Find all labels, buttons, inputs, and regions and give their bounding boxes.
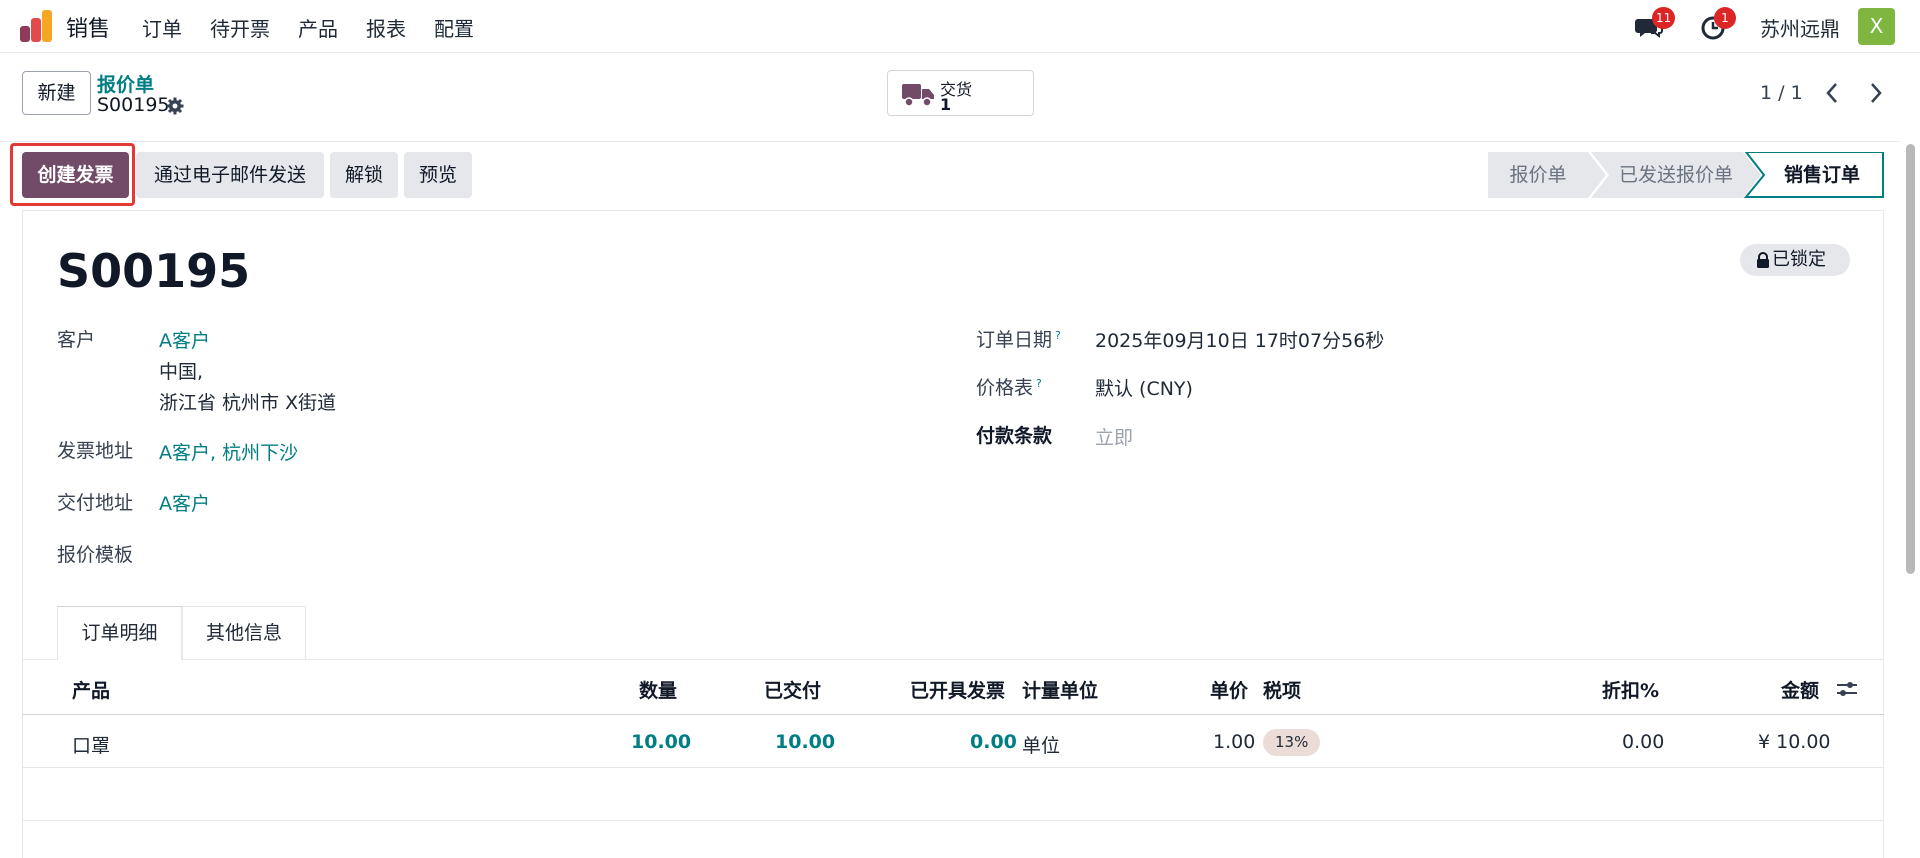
- customer-country: 中国,: [159, 361, 204, 383]
- order-date-label-text: 订单日期: [976, 329, 1053, 351]
- app-name[interactable]: 销售: [66, 11, 110, 43]
- col-header-uom[interactable]: 计量单位: [1022, 676, 1098, 703]
- pricelist-help[interactable]: ?: [1036, 377, 1042, 390]
- row-invoiced[interactable]: 0.00: [970, 731, 1017, 753]
- row-discount[interactable]: 0.00: [1622, 731, 1664, 753]
- row-price[interactable]: 1.00: [1213, 731, 1255, 753]
- pager-value[interactable]: 1 / 1: [1760, 82, 1803, 104]
- tab-order-lines[interactable]: 订单明细: [57, 606, 182, 660]
- messages-count-badge: 11: [1652, 7, 1676, 29]
- menu-item-products[interactable]: 产品: [298, 13, 338, 42]
- delivery-address-link[interactable]: A客户: [159, 489, 210, 516]
- delivery-address-label: 交付地址: [57, 492, 134, 514]
- row-delivered[interactable]: 10.00: [775, 731, 835, 753]
- stage-sales-order[interactable]: 销售订单: [1762, 152, 1882, 198]
- sales-app-logo[interactable]: [20, 10, 54, 42]
- create-invoice-button[interactable]: 创建发票: [22, 152, 129, 198]
- chevron-left-icon[interactable]: [1821, 80, 1843, 106]
- row-divider-empty: [22, 820, 1884, 821]
- menu-item-configuration[interactable]: 配置: [434, 13, 474, 42]
- company-switcher[interactable]: 苏州远鼎: [1760, 13, 1840, 42]
- col-header-discount[interactable]: 折扣%: [1602, 676, 1659, 703]
- new-button[interactable]: 新建: [22, 71, 91, 115]
- send-email-button[interactable]: 通过电子邮件发送: [136, 152, 324, 198]
- menu-item-orders[interactable]: 订单: [142, 13, 182, 42]
- col-header-tax[interactable]: 税项: [1263, 676, 1301, 703]
- stage-quotation-sent[interactable]: 已发送报价单: [1606, 152, 1746, 198]
- order-date-help[interactable]: ?: [1055, 329, 1061, 342]
- payment-terms-label: 付款条款: [976, 425, 1053, 447]
- stage-quotation[interactable]: 报价单: [1488, 152, 1588, 198]
- tabs-divider: [22, 659, 1884, 660]
- activities-button[interactable]: 1: [1700, 7, 1736, 41]
- col-header-amount[interactable]: 金额: [1781, 676, 1819, 703]
- col-header-invoiced[interactable]: 已开具发票: [910, 676, 1005, 703]
- tab-other-info[interactable]: 其他信息: [182, 606, 306, 659]
- status-bar: 报价单 已发送报价单 销售订单: [1488, 152, 1884, 198]
- pricelist-value[interactable]: 默认 (CNY): [1095, 374, 1193, 401]
- chevron-right-icon[interactable]: [1865, 80, 1887, 106]
- row-qty[interactable]: 10.00: [631, 731, 691, 753]
- customer-link[interactable]: A客户: [159, 326, 210, 353]
- control-panel-divider: [0, 141, 1900, 142]
- optional-columns-icon[interactable]: [1835, 678, 1859, 700]
- order-date-value[interactable]: 2025年09月10日 17时07分56秒: [1095, 326, 1384, 353]
- col-header-delivered[interactable]: 已交付: [764, 676, 821, 703]
- unlock-button[interactable]: 解锁: [330, 152, 398, 198]
- form-sheet: [22, 210, 1884, 858]
- preview-button[interactable]: 预览: [404, 152, 472, 198]
- row-tax-tag[interactable]: 13%: [1263, 729, 1321, 756]
- quote-template-label: 报价模板: [57, 544, 134, 566]
- delivery-count: 1: [940, 95, 952, 114]
- pricelist-label: 价格表?: [976, 373, 1042, 400]
- col-header-price[interactable]: 单价: [1210, 676, 1248, 703]
- lock-icon: [1757, 252, 1769, 268]
- page-scrollbar[interactable]: [1906, 144, 1915, 574]
- customer-label: 客户: [57, 329, 96, 351]
- row-amount: ¥ 10.00: [1758, 731, 1831, 753]
- pricelist-label-text: 价格表: [976, 377, 1034, 399]
- main-menu: 订单 待开票 产品 报表 配置: [142, 13, 502, 42]
- top-navbar: 销售 订单 待开票 产品 报表 配置 11 1 苏州远鼎 X: [0, 0, 1920, 53]
- breadcrumb-current-record: S00195: [97, 94, 170, 116]
- invoice-address-link[interactable]: A客户, 杭州下沙: [159, 438, 298, 465]
- activities-count-badge: 1: [1714, 7, 1736, 29]
- menu-item-reporting[interactable]: 报表: [366, 13, 406, 42]
- menu-item-to-invoice[interactable]: 待开票: [210, 13, 270, 42]
- order-name: S00195: [57, 244, 251, 298]
- customer-address: 浙江省 杭州市 X街道: [159, 392, 337, 414]
- payment-terms-value[interactable]: 立即: [1095, 423, 1133, 450]
- col-header-qty[interactable]: 数量: [639, 676, 677, 703]
- truck-icon: [902, 84, 934, 107]
- col-header-product[interactable]: 产品: [72, 676, 110, 703]
- row-product[interactable]: 口罩: [72, 731, 110, 758]
- messages-button[interactable]: 11: [1634, 7, 1676, 41]
- breadcrumb-quotations[interactable]: 报价单: [97, 70, 154, 97]
- gear-icon[interactable]: [166, 97, 184, 115]
- delivery-smart-button[interactable]: 交货 1: [887, 70, 1034, 116]
- order-date-label: 订单日期?: [976, 325, 1061, 352]
- invoice-address-label: 发票地址: [57, 440, 134, 462]
- row-uom[interactable]: 单位: [1022, 731, 1060, 758]
- user-avatar[interactable]: X: [1858, 8, 1895, 45]
- row-divider: [22, 767, 1884, 768]
- table-header-divider: [22, 714, 1884, 715]
